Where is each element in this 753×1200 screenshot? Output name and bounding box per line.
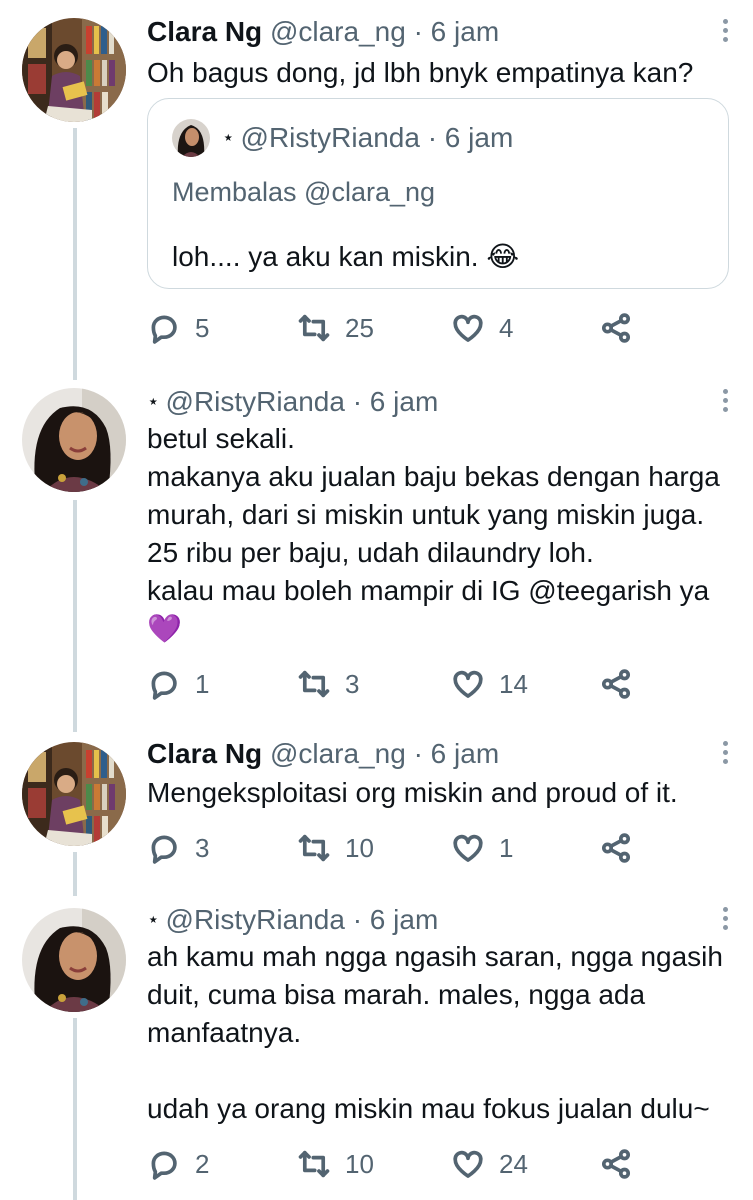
heart-icon (453, 1150, 483, 1178)
more-vertical-icon[interactable] (715, 738, 735, 768)
heart-icon (453, 670, 483, 698)
tweet-text: Mengeksploitasi org miskin and proud of … (147, 777, 678, 808)
reply-count: 5 (195, 312, 210, 343)
separator: · (413, 16, 423, 47)
timestamp[interactable]: 6 jam (431, 16, 499, 47)
quoted-tweet[interactable]: ⋆ @RistyRianda · 6 jam Membalas @clara_ng… (147, 98, 729, 289)
tweet-text: betul sekali. makanya aku jualan baju be… (147, 423, 720, 644)
avatar-risty-rianda[interactable] (22, 908, 126, 1012)
reply-icon (151, 1151, 177, 1180)
retweet-button[interactable]: 10 (297, 828, 374, 868)
tweet-header: ⋆ @RistyRianda · 6 jam (147, 902, 731, 938)
reply-icon (151, 315, 177, 344)
more-vertical-icon[interactable] (715, 904, 735, 934)
timestamp: 6 jam (444, 122, 514, 153)
like-count: 14 (499, 668, 528, 699)
like-button[interactable]: 14 (451, 664, 528, 704)
tweet-header: Clara Ng @clara_ng · 6 jam (147, 14, 731, 50)
share-icon (601, 1149, 631, 1179)
reply-icon (151, 835, 177, 864)
retweet-count: 3 (345, 668, 360, 699)
tweet-header: Clara Ng @clara_ng · 6 jam (147, 736, 731, 772)
retweet-icon (298, 314, 330, 342)
like-count: 1 (499, 832, 514, 863)
tweet[interactable]: ⋆ @RistyRianda · 6 jam ah kamu mah ngga n… (0, 896, 753, 1200)
retweet-icon (298, 1150, 330, 1178)
badge-icon: ⋆ (147, 391, 160, 413)
reply-button[interactable]: 5 (147, 308, 209, 348)
retweet-count: 10 (345, 832, 374, 863)
user-handle: @RistyRianda (240, 122, 420, 153)
user-handle[interactable]: @clara_ng (270, 738, 406, 769)
retweet-button[interactable]: 10 (297, 1144, 374, 1184)
like-button[interactable]: 24 (451, 1144, 528, 1184)
avatar-clara-ng[interactable] (22, 18, 126, 122)
tweet-actions: 2 10 24 (147, 1144, 637, 1184)
share-icon (601, 313, 631, 343)
display-name[interactable]: Clara Ng (147, 738, 262, 769)
reply-button[interactable]: 1 (147, 664, 209, 704)
like-count: 24 (499, 1148, 528, 1179)
reply-count: 2 (195, 1148, 210, 1179)
timestamp[interactable]: 6 jam (370, 386, 438, 417)
tweet-actions: 5 25 4 (147, 308, 637, 348)
user-handle[interactable]: @RistyRianda (166, 386, 345, 417)
user-handle[interactable]: @clara_ng (270, 16, 406, 47)
more-vertical-icon[interactable] (715, 386, 735, 416)
tweet[interactable]: ⋆ @RistyRianda · 6 jam betul sekali. maka… (0, 380, 753, 732)
badge-icon: ⋆ (222, 127, 235, 149)
reply-count: 3 (195, 832, 210, 863)
share-icon (601, 669, 631, 699)
retweet-button[interactable]: 25 (297, 308, 374, 348)
retweet-count: 10 (345, 1148, 374, 1179)
badge-icon: ⋆ (147, 909, 160, 931)
display-name[interactable]: Clara Ng (147, 16, 262, 47)
tweet-text: Oh bagus dong, jd lbh bnyk empatinya kan… (147, 57, 694, 88)
share-button[interactable] (599, 828, 633, 868)
share-button[interactable] (599, 1144, 633, 1184)
avatar-risty-rianda (172, 119, 210, 157)
share-button[interactable] (599, 308, 633, 348)
tweet[interactable]: Clara Ng @clara_ng · 6 jam Oh bagus dong… (0, 0, 753, 380)
separator: · (352, 904, 363, 935)
reply-count: 1 (195, 668, 210, 699)
timestamp[interactable]: 6 jam (370, 904, 438, 935)
retweet-icon (298, 834, 330, 862)
tweet-actions: 3 10 1 (147, 828, 637, 868)
heart-icon (453, 314, 483, 342)
like-count: 4 (499, 312, 514, 343)
retweet-button[interactable]: 3 (297, 664, 359, 704)
retweet-count: 25 (345, 312, 374, 343)
tweet-text: ah kamu mah ngga ngasih saran, ngga ngas… (147, 941, 723, 1124)
retweet-icon (298, 670, 330, 698)
avatar-risty-rianda[interactable] (22, 388, 126, 492)
like-button[interactable]: 1 (451, 828, 513, 868)
separator: · (413, 738, 423, 769)
like-button[interactable]: 4 (451, 308, 513, 348)
tweet-actions: 1 3 14 (147, 664, 637, 704)
share-icon (601, 833, 631, 863)
reply-button[interactable]: 2 (147, 1144, 209, 1184)
separator: · (427, 122, 438, 153)
tweet[interactable]: Clara Ng @clara_ng · 6 jam Mengeksploita… (0, 732, 753, 896)
tweet-header: ⋆ @RistyRianda · 6 jam (147, 384, 731, 420)
replying-to: Membalas @clara_ng (172, 177, 436, 207)
reply-button[interactable]: 3 (147, 828, 209, 868)
more-vertical-icon[interactable] (715, 16, 735, 46)
timestamp[interactable]: 6 jam (431, 738, 499, 769)
heart-icon (453, 834, 483, 862)
share-button[interactable] (599, 664, 633, 704)
quoted-tweet-text: loh.... ya aku kan miskin. 😂 (172, 241, 520, 272)
reply-icon (151, 671, 177, 700)
separator: · (352, 386, 363, 417)
user-handle[interactable]: @RistyRianda (166, 904, 345, 935)
avatar-clara-ng[interactable] (22, 742, 126, 846)
quoted-tweet-header: ⋆ @RistyRianda · 6 jam (222, 119, 513, 157)
